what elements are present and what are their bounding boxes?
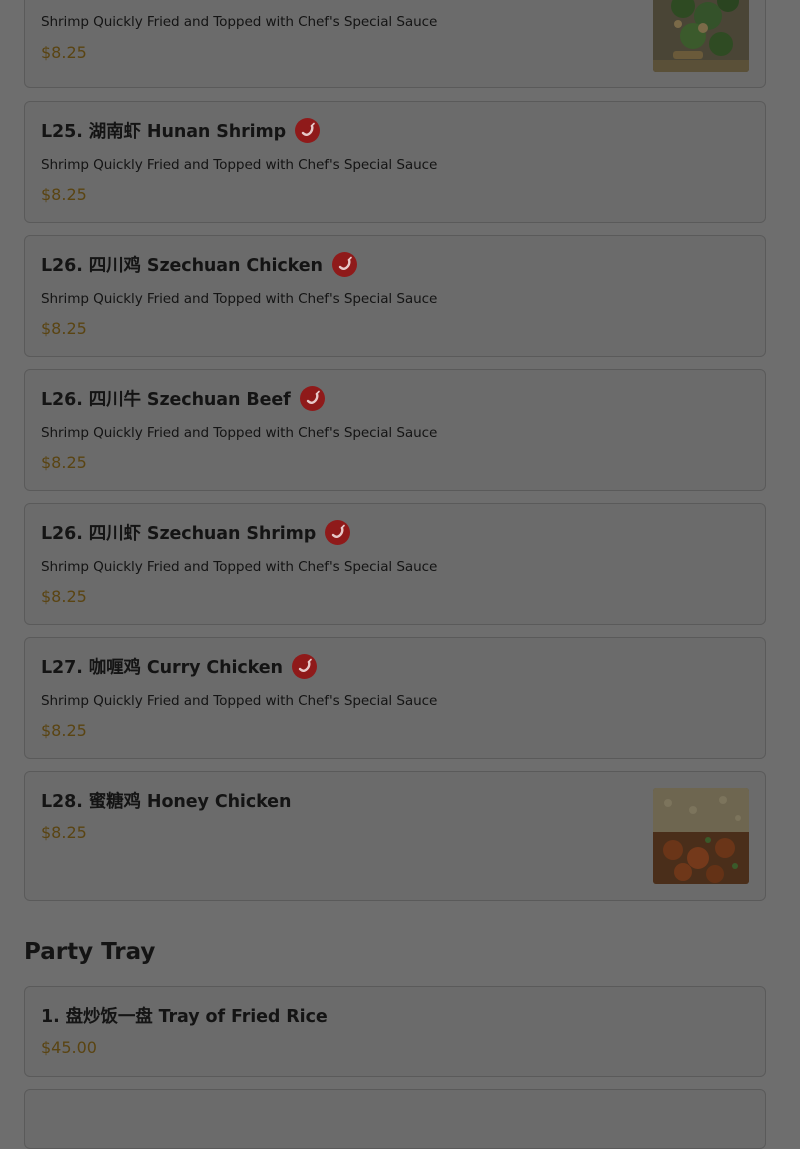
- menu-item-title: L27. 咖喱鸡 Curry Chicken: [41, 658, 283, 678]
- menu-item-title: L26. 四川牛 Szechuan Beef: [41, 390, 291, 410]
- menu-item-title: L28. 蜜糖鸡 Honey Chicken: [41, 792, 292, 812]
- menu-item-description: Shrimp Quickly Fried and Topped with Che…: [41, 425, 438, 441]
- chili-pepper-icon: [295, 118, 321, 143]
- chili-pepper-icon: [299, 386, 325, 411]
- menu-item-price: $8.25: [41, 185, 87, 204]
- menu-item-description: Shrimp Quickly Fried and Topped with Che…: [41, 14, 438, 30]
- menu-item-price: $8.25: [41, 587, 87, 606]
- menu-item-name: 1. 盘炒饭一盘 Tray of Fried Rice: [41, 1003, 328, 1028]
- menu-item-description: Shrimp Quickly Fried and Topped with Che…: [41, 559, 438, 575]
- menu-item-description: Shrimp Quickly Fried and Topped with Che…: [41, 291, 438, 307]
- menu-item-photo[interactable]: [653, 788, 749, 884]
- menu-item-card[interactable]: Shrimp Quickly Fried and Topped with Che…: [24, 0, 766, 88]
- menu-item-title: L25. 湖南虾 Hunan Shrimp: [41, 122, 287, 142]
- menu-item-title: L26. 四川鸡 Szechuan Chicken: [41, 256, 323, 276]
- section-title-party-tray: Party Tray: [24, 939, 156, 965]
- menu-item-price: $45.00: [41, 1038, 97, 1057]
- chili-pepper-icon: [325, 520, 351, 545]
- menu-page: Shrimp Quickly Fried and Topped with Che…: [0, 0, 800, 1149]
- menu-item-price: $8.25: [41, 721, 87, 740]
- menu-item-description: Shrimp Quickly Fried and Topped with Che…: [41, 157, 438, 173]
- chili-pepper-icon: [291, 654, 317, 679]
- menu-item-title: L26. 四川虾 Szechuan Shrimp: [41, 524, 317, 544]
- menu-item-price: $8.25: [41, 43, 87, 62]
- menu-item-name: L28. 蜜糖鸡 Honey Chicken: [41, 788, 291, 813]
- menu-item-card[interactable]: L28. 蜜糖鸡 Honey Chicken $8.25: [24, 771, 766, 901]
- menu-item-title: 1. 盘炒饭一盘 Tray of Fried Rice: [41, 1007, 328, 1027]
- menu-item-name: L26. 四川牛 Szechuan Beef: [41, 386, 325, 411]
- chili-pepper-icon: [331, 252, 357, 277]
- menu-item-card[interactable]: L25. 湖南虾 Hunan Shrimp Shrimp Quickly Fri…: [24, 101, 766, 223]
- menu-item-price: $8.25: [41, 319, 87, 338]
- food-photo-broccoli-dish: [653, 0, 749, 72]
- menu-item-card[interactable]: L26. 四川鸡 Szechuan Chicken Shrimp Quickly…: [24, 235, 766, 357]
- menu-item-card[interactable]: L26. 四川牛 Szechuan Beef Shrimp Quickly Fr…: [24, 369, 766, 491]
- menu-item-description: Shrimp Quickly Fried and Topped with Che…: [41, 693, 438, 709]
- menu-item-price: $8.25: [41, 823, 87, 842]
- menu-item-card[interactable]: L26. 四川虾 Szechuan Shrimp Shrimp Quickly …: [24, 503, 766, 625]
- menu-item-card[interactable]: 1. 盘炒饭一盘 Tray of Fried Rice $45.00: [24, 986, 766, 1077]
- menu-item-card[interactable]: [24, 1089, 766, 1149]
- menu-item-photo[interactable]: [653, 0, 749, 72]
- menu-item-name: L26. 四川鸡 Szechuan Chicken: [41, 252, 357, 277]
- food-photo-honey-chicken: [653, 788, 749, 884]
- menu-item-card[interactable]: L27. 咖喱鸡 Curry Chicken Shrimp Quickly Fr…: [24, 637, 766, 759]
- menu-item-name: L25. 湖南虾 Hunan Shrimp: [41, 118, 321, 143]
- menu-item-name: L26. 四川虾 Szechuan Shrimp: [41, 520, 351, 545]
- menu-item-name: L27. 咖喱鸡 Curry Chicken: [41, 654, 317, 679]
- menu-item-price: $8.25: [41, 453, 87, 472]
